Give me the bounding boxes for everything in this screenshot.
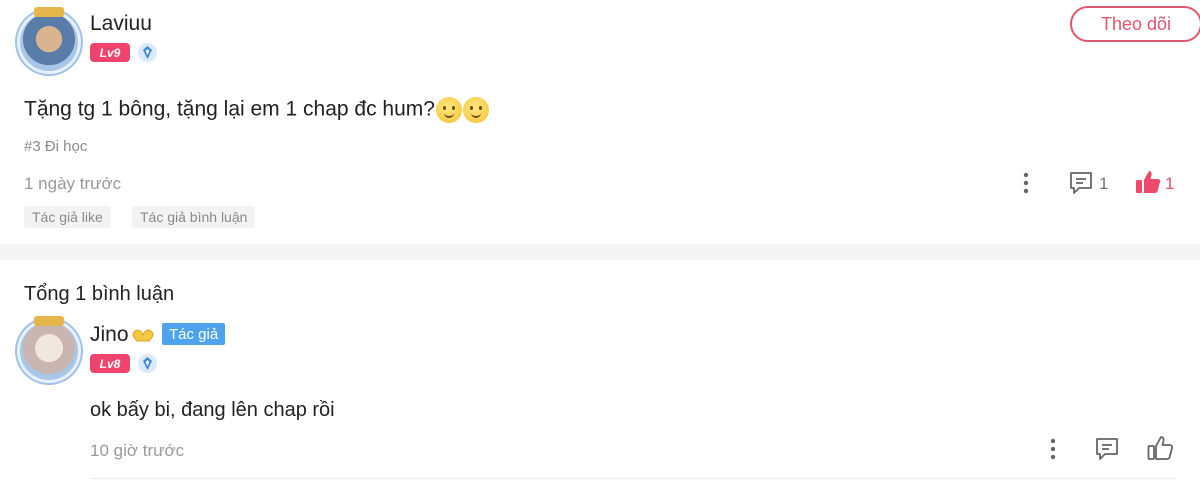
author-like-tag: Tác giả like <box>24 206 111 228</box>
reply-bottom-divider <box>90 478 1176 479</box>
reply-timestamp: 10 giờ trước <box>90 441 185 460</box>
like-filled-icon[interactable] <box>1134 168 1162 196</box>
reply-comment-icon[interactable] <box>1094 436 1120 462</box>
chapter-link[interactable]: #3 Đi học <box>24 138 87 155</box>
reply-content: ok bấy bi, đang lên chap rồi <box>90 399 335 421</box>
author-comment-tag: Tác giả bình luận <box>132 206 256 228</box>
reply-more-options-icon[interactable] <box>1043 437 1063 461</box>
section-divider <box>0 244 1200 260</box>
like-count: 1 <box>1165 174 1175 193</box>
level-badge: Lv9 <box>90 43 130 62</box>
reply-user-avatar[interactable] <box>20 316 78 380</box>
avatar-frame-ribbon <box>34 316 64 326</box>
follow-button[interactable]: Theo dõi <box>1070 6 1200 42</box>
user-avatar[interactable] <box>20 7 78 71</box>
comment-icon[interactable] <box>1068 170 1094 196</box>
reply-level-badge: Lv8 <box>90 354 130 373</box>
comments-total-title: Tổng 1 bình luận <box>24 283 175 305</box>
post-text: Tặng tg 1 bông, tặng lại em 1 chap đc hu… <box>24 97 435 121</box>
avatar-frame-ribbon <box>34 7 64 17</box>
author-badge: Tác giả <box>162 323 226 345</box>
more-options-icon[interactable] <box>1016 171 1036 195</box>
reply-like-icon[interactable] <box>1146 434 1174 462</box>
post-content: Tặng tg 1 bông, tặng lại em 1 chap đc hu… <box>24 97 489 123</box>
vip-badge-icon <box>138 43 157 62</box>
reply-username-row: Jino <box>90 323 155 347</box>
smiley-emoji-icon <box>435 97 462 123</box>
heart-hands-emoji-icon <box>131 326 155 344</box>
post-timestamp: 1 ngày trước <box>24 174 122 193</box>
smiley-emoji-icon <box>462 97 489 123</box>
comment-count: 1 <box>1099 174 1109 193</box>
reply-vip-badge-icon <box>138 354 157 373</box>
username[interactable]: Laviuu <box>90 12 152 36</box>
reply-username[interactable]: Jino <box>90 323 129 347</box>
